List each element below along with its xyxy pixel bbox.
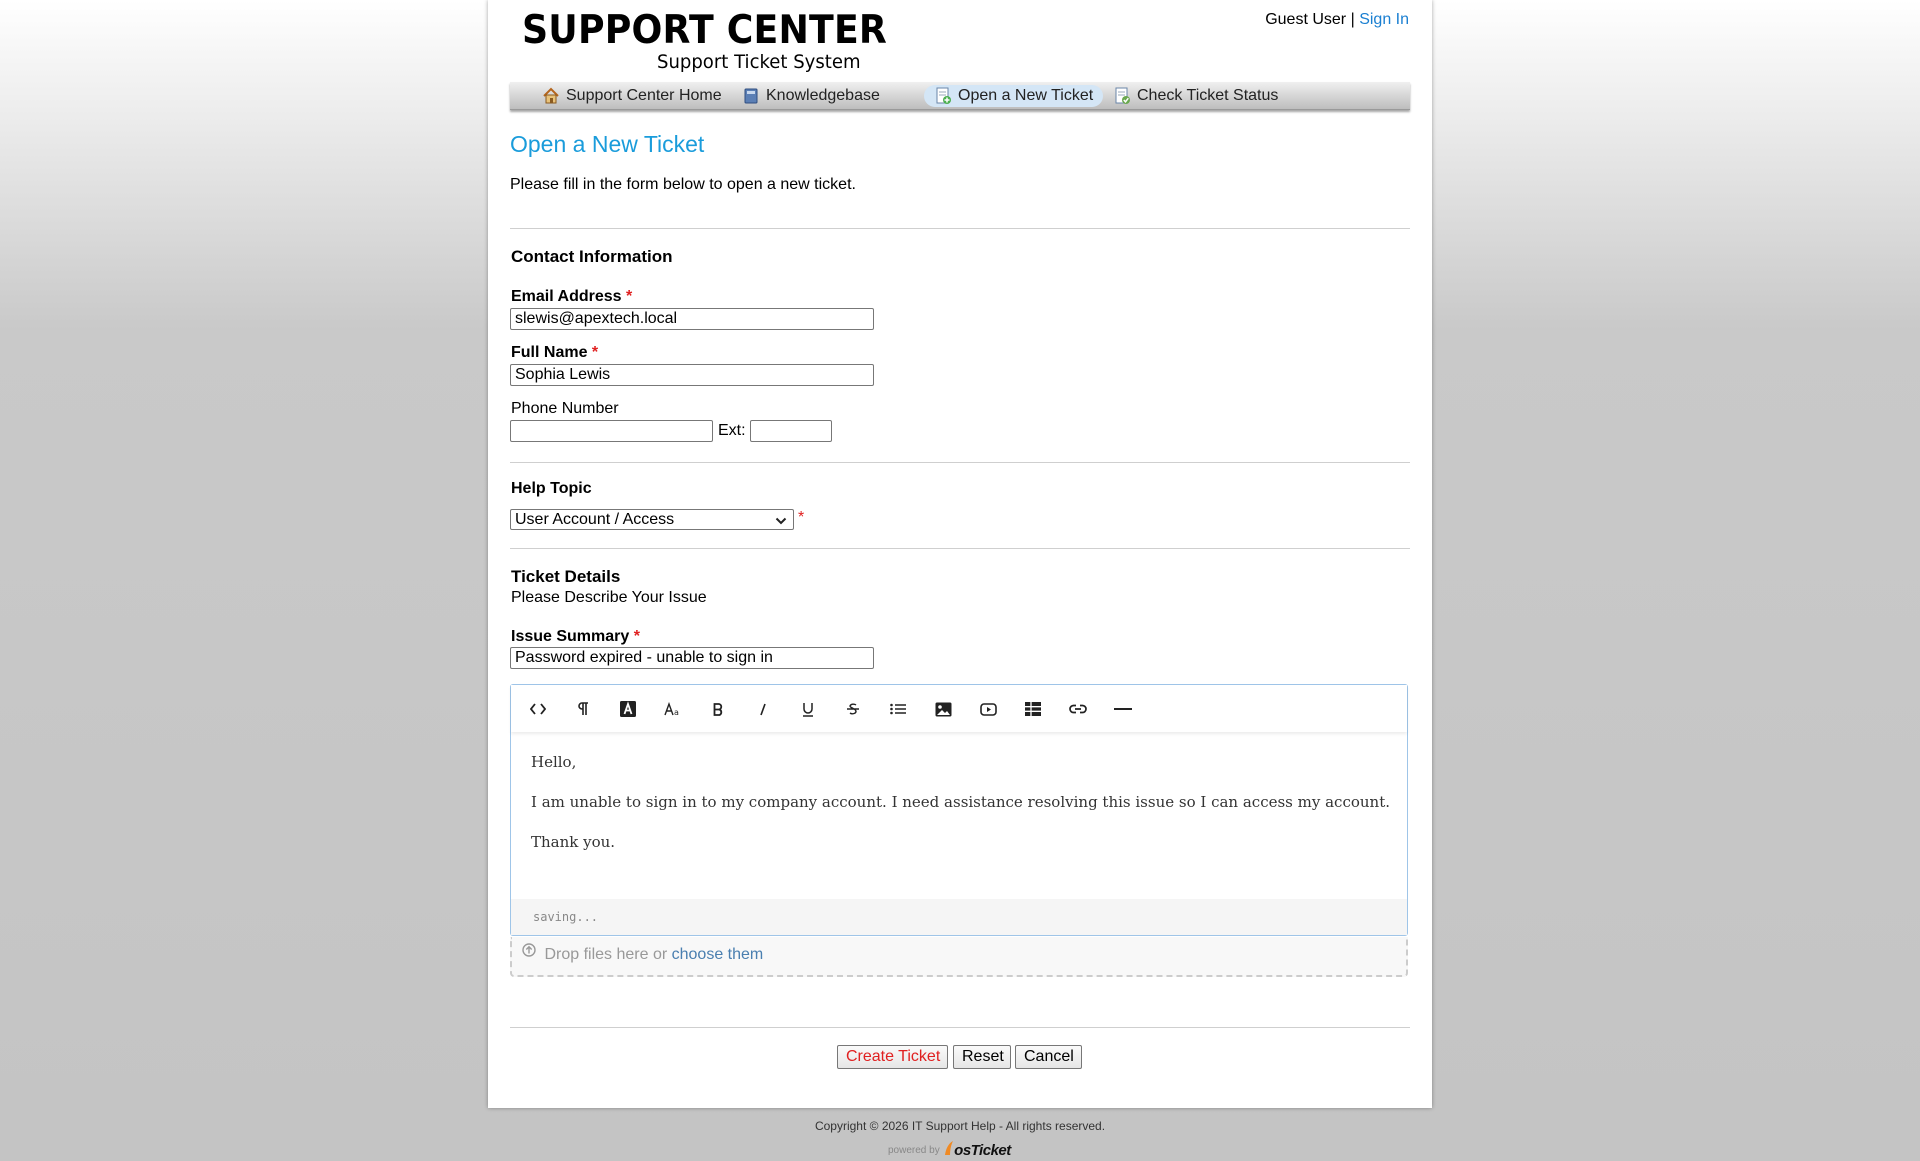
user-separator: | (1350, 11, 1355, 28)
new-ticket-icon (934, 87, 952, 105)
list-icon[interactable] (886, 697, 910, 721)
phone-label: Phone Number (511, 400, 619, 417)
page-container: SUPPORT CENTER Support Ticket System Gue… (488, 0, 1432, 1108)
nav-label: Knowledgebase (766, 87, 880, 104)
page-title: Open a New Ticket (510, 131, 705, 157)
logo[interactable]: SUPPORT CENTER Support Ticket System (522, 8, 887, 73)
phone-field[interactable] (510, 420, 713, 442)
issue-summary-field[interactable]: Password expired - unable to sign in (510, 647, 874, 669)
divider (510, 548, 1410, 549)
ext-field[interactable] (750, 420, 832, 442)
required-mark: * (798, 509, 805, 526)
email-label: Email Address * (511, 288, 633, 305)
editor-toolbar: a (511, 685, 1407, 732)
nav-item-ticket-status[interactable]: Check Ticket Status (1103, 85, 1288, 107)
required-mark: * (626, 288, 633, 305)
book-icon (742, 87, 760, 105)
html-icon[interactable] (526, 697, 550, 721)
strikethrough-icon[interactable] (841, 697, 865, 721)
nav-label: Support Center Home (566, 87, 722, 104)
nav-item-knowledgebase[interactable]: Knowledgebase (732, 85, 890, 107)
editor-line: I am unable to sign in to my company acc… (531, 793, 1390, 811)
editor-status: saving... (511, 899, 1407, 935)
required-mark: * (633, 628, 640, 645)
create-ticket-button[interactable]: Create Ticket (837, 1045, 948, 1069)
contact-section-title: Contact Information (511, 247, 673, 266)
home-icon (542, 87, 560, 105)
copyright-text: Copyright © 2026 IT Support Help - All r… (814, 1119, 1106, 1133)
powered-by-label: powered by (888, 1145, 940, 1156)
font-size-icon[interactable]: a (661, 697, 685, 721)
table-icon[interactable] (1021, 697, 1045, 721)
ext-label: Ext: (718, 422, 746, 439)
reset-button[interactable]: Reset (953, 1045, 1011, 1069)
help-topic-title: Help Topic (511, 480, 592, 497)
horizontal-rule-icon[interactable] (1111, 697, 1135, 721)
required-mark: * (591, 344, 599, 361)
image-icon[interactable] (931, 697, 955, 721)
cancel-button[interactable]: Cancel (1015, 1045, 1082, 1069)
sign-in-link[interactable]: Sign In (1359, 11, 1409, 28)
page-intro: Please fill in the form below to open a … (510, 176, 856, 193)
osticket-brand: osTicket (954, 1142, 1011, 1159)
osticket-logo-icon (944, 1140, 954, 1161)
logo-title: SUPPORT CENTER (522, 8, 888, 53)
upload-icon (522, 935, 536, 971)
ticket-details-subtitle: Please Describe Your Issue (511, 589, 707, 606)
font-color-icon[interactable] (616, 697, 640, 721)
issue-summary-label: Issue Summary * (511, 628, 640, 645)
email-field[interactable]: slewis@apextech.local (510, 308, 874, 330)
guest-user-label: Guest User (1265, 11, 1347, 28)
bold-icon[interactable] (706, 697, 730, 721)
nav-label: Check Ticket Status (1137, 87, 1279, 104)
choose-files-link[interactable]: choose them (672, 946, 764, 963)
main-nav: Support Center Home Knowledgebase Open a… (510, 82, 1410, 110)
nav-item-home[interactable]: Support Center Home (532, 85, 732, 107)
divider (510, 462, 1410, 463)
logo-subtitle: Support Ticket System (657, 51, 861, 73)
file-drop-zone[interactable]: Drop files here or choose them (510, 937, 1408, 977)
editor-line: Hello, (531, 753, 577, 771)
video-icon[interactable] (976, 697, 1000, 721)
name-label: Full Name * (511, 344, 599, 361)
editor-content[interactable]: Hello, I am unable to sign in to my comp… (531, 752, 1390, 872)
ticket-details-title: Ticket Details (511, 567, 621, 586)
user-box: Guest User | Sign In (1265, 11, 1409, 29)
paragraph-icon[interactable] (571, 697, 595, 721)
divider (510, 228, 1410, 229)
editor-line: Thank you. (531, 833, 616, 851)
svg-text:a: a (674, 708, 679, 716)
underline-icon[interactable] (796, 697, 820, 721)
italic-icon[interactable] (751, 697, 775, 721)
chevron-down-icon (775, 513, 787, 532)
help-topic-value: User Account / Access (515, 511, 675, 528)
divider (510, 1027, 1410, 1028)
drop-text: Drop files here or (544, 946, 668, 964)
help-topic-select[interactable]: User Account / Access (510, 509, 794, 530)
powered-by-logo[interactable]: powered by osTicket (888, 1140, 1011, 1160)
rich-text-editor[interactable]: a Hello, I am unable to sign in to my co… (510, 684, 1408, 936)
nav-item-new-ticket[interactable]: Open a New Ticket (924, 85, 1104, 107)
ticket-status-icon (1113, 87, 1131, 105)
link-icon[interactable] (1066, 697, 1090, 721)
nav-label: Open a New Ticket (958, 87, 1094, 104)
full-name-field[interactable]: Sophia Lewis (510, 364, 874, 386)
